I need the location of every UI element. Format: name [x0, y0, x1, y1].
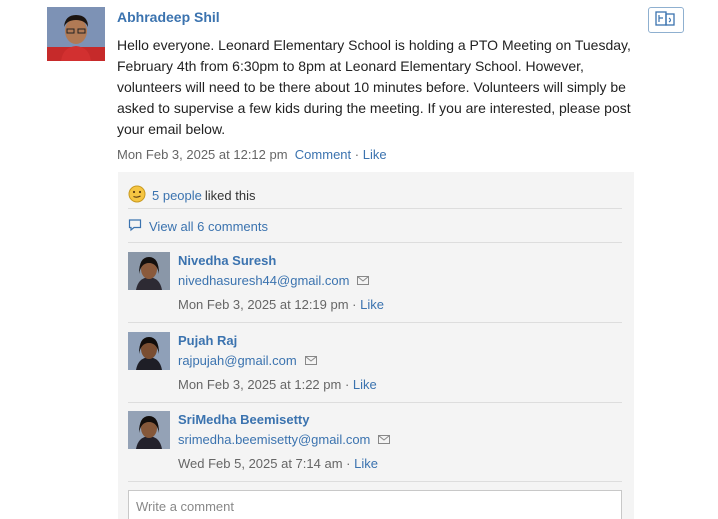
- comment-like-link[interactable]: Like: [354, 456, 378, 471]
- comment-bubble-icon: [128, 218, 142, 235]
- email-link[interactable]: srimedha.beemisetty@gmail.com: [178, 432, 370, 447]
- divider: [128, 481, 622, 482]
- commenter-name[interactable]: Nivedha Suresh: [178, 253, 276, 268]
- author-avatar[interactable]: [47, 7, 105, 61]
- comment-item: Pujah Raj rajpujah@gmail.com Mon Feb 3, …: [128, 332, 622, 410]
- comment-item: SriMedha Beemisetty srimedha.beemisetty@…: [128, 411, 622, 489]
- separator: ·: [341, 377, 353, 392]
- comment-email: rajpujah@gmail.com: [178, 353, 317, 368]
- post-meta: Mon Feb 3, 2025 at 12:12 pm Comment · Li…: [117, 147, 387, 162]
- translate-icon: [655, 10, 677, 30]
- commenter-name[interactable]: Pujah Raj: [178, 333, 237, 348]
- divider: [128, 402, 622, 403]
- mail-icon[interactable]: [378, 434, 391, 445]
- write-comment-input[interactable]: [128, 490, 622, 519]
- comment-like-link[interactable]: Like: [353, 377, 377, 392]
- commenter-avatar[interactable]: [128, 332, 170, 370]
- likes-row: 5 people liked this: [128, 182, 255, 208]
- commenter-name[interactable]: SriMedha Beemisetty: [178, 412, 310, 427]
- comment-timestamp: Wed Feb 5, 2025 at 7:14 am: [178, 456, 343, 471]
- like-link[interactable]: Like: [363, 147, 387, 162]
- separator: ·: [342, 456, 355, 471]
- mail-icon[interactable]: [357, 275, 370, 286]
- comment-meta: Wed Feb 5, 2025 at 7:14 am · Like: [178, 456, 378, 471]
- comment-meta: Mon Feb 3, 2025 at 12:19 pm · Like: [178, 297, 384, 312]
- post-author[interactable]: Abhradeep Shil: [117, 9, 220, 25]
- commenter-avatar[interactable]: [128, 411, 170, 449]
- email-link[interactable]: nivedhasuresh44@gmail.com: [178, 273, 349, 288]
- comment-item: Nivedha Suresh nivedhasuresh44@gmail.com…: [128, 252, 622, 330]
- post-timestamp: Mon Feb 3, 2025 at 12:12 pm: [117, 147, 288, 162]
- likes-suffix: liked this: [204, 187, 256, 203]
- comment-timestamp: Mon Feb 3, 2025 at 12:19 pm: [178, 297, 349, 312]
- comment-link[interactable]: Comment: [295, 147, 351, 162]
- view-all-comments[interactable]: View all 6 comments: [128, 216, 268, 236]
- likers-link[interactable]: 5 people: [152, 188, 202, 203]
- translate-button[interactable]: [648, 7, 684, 33]
- divider: [128, 208, 622, 209]
- comment-email: nivedhasuresh44@gmail.com: [178, 273, 370, 288]
- commenter-avatar[interactable]: [128, 252, 170, 290]
- comment-timestamp: Mon Feb 3, 2025 at 1:22 pm: [178, 377, 342, 392]
- smiley-icon: [128, 185, 146, 206]
- comments-panel: 5 people liked this View all 6 comments …: [118, 172, 634, 519]
- divider: [128, 322, 622, 323]
- comment-email: srimedha.beemisetty@gmail.com: [178, 432, 391, 447]
- separator: ·: [351, 147, 363, 162]
- separator: ·: [348, 297, 361, 312]
- divider: [128, 242, 622, 243]
- post-body: Hello everyone. Leonard Elementary Schoo…: [117, 37, 631, 137]
- mail-icon[interactable]: [304, 355, 317, 366]
- view-all-label: View all 6 comments: [149, 218, 268, 234]
- email-link[interactable]: rajpujah@gmail.com: [178, 353, 297, 368]
- comment-like-link[interactable]: Like: [360, 297, 384, 312]
- comment-meta: Mon Feb 3, 2025 at 1:22 pm · Like: [178, 377, 377, 392]
